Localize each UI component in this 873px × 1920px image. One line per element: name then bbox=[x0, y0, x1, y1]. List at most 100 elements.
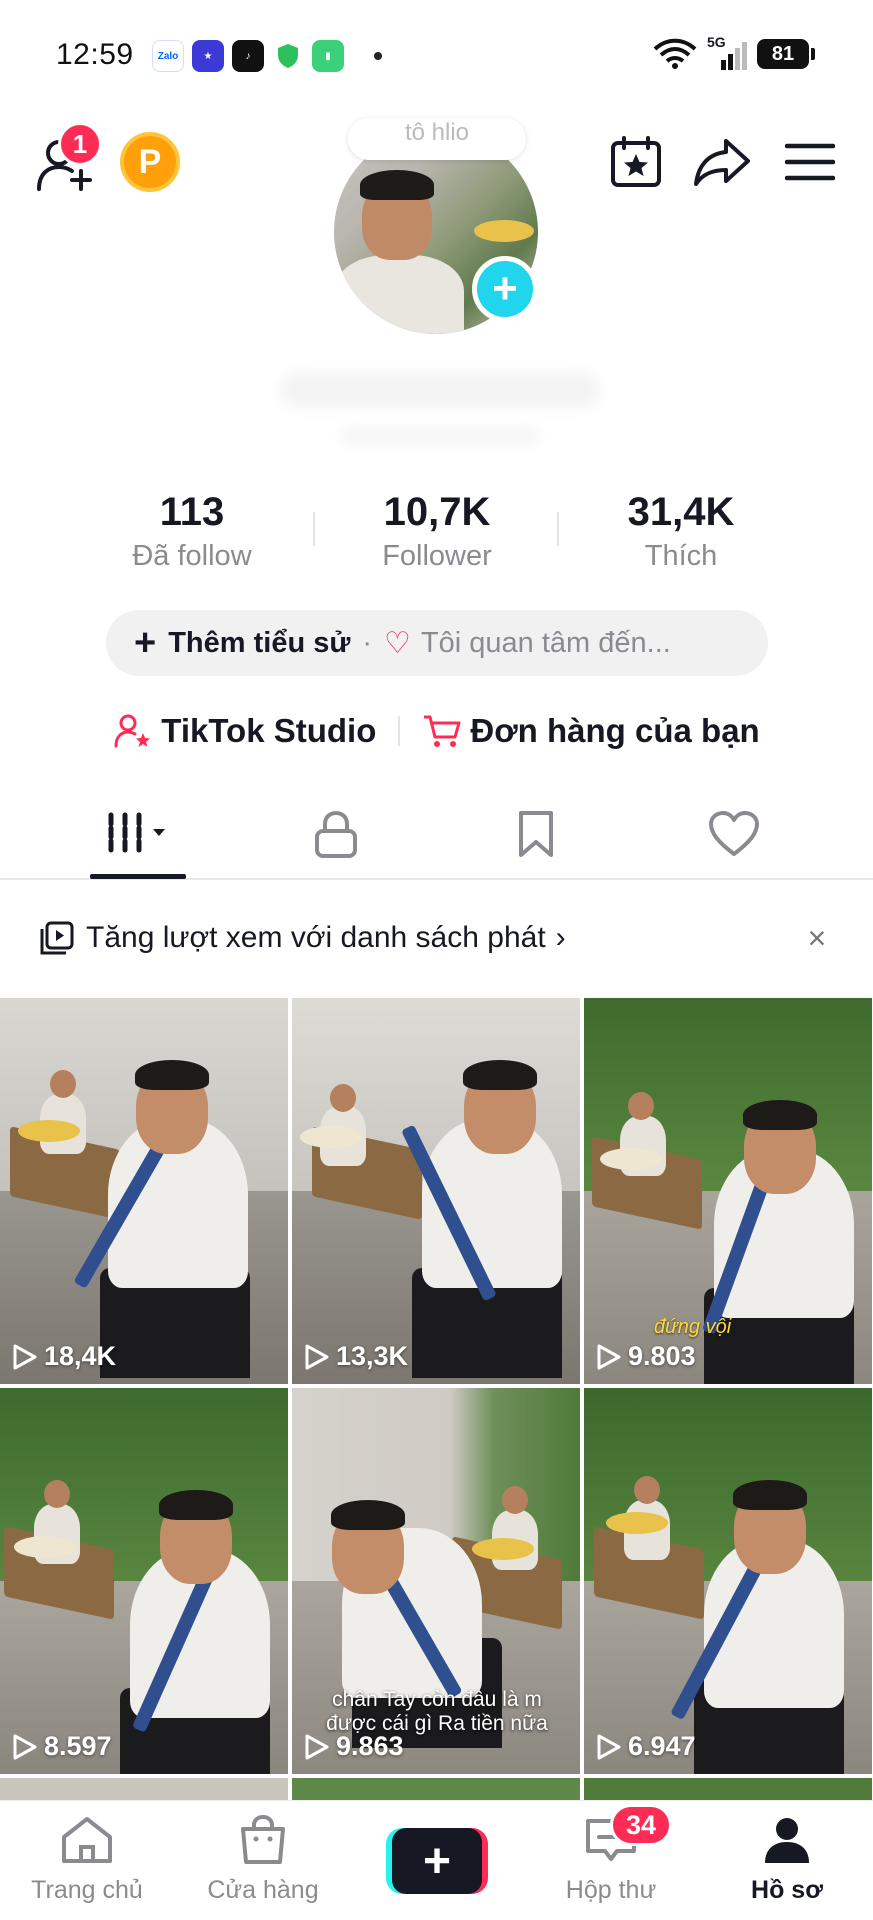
stat-likes[interactable]: 31,4K Thích bbox=[581, 488, 781, 576]
nav-profile-label: Hồ sơ bbox=[751, 1876, 823, 1904]
share-profile-button[interactable] bbox=[690, 132, 754, 192]
plus-icon: + bbox=[134, 622, 157, 664]
thumb-person-hair bbox=[135, 1060, 209, 1090]
view-count-value: 9.803 bbox=[628, 1341, 696, 1371]
playlist-banner[interactable]: Tăng lượt xem với danh sách phát › bbox=[0, 900, 873, 976]
video-caption: đứng vội bbox=[654, 1316, 732, 1338]
play-icon bbox=[13, 1734, 37, 1759]
friend-request-badge: 1 bbox=[58, 122, 102, 166]
coin-button[interactable]: P bbox=[120, 132, 180, 192]
video-thumbnail[interactable]: 8.597 bbox=[0, 1388, 288, 1774]
video-thumbnail[interactable] bbox=[0, 1778, 288, 1800]
calendar-star-icon bbox=[611, 136, 661, 187]
view-count: 9.863 bbox=[304, 1731, 404, 1762]
tab-saved[interactable] bbox=[496, 804, 576, 864]
following-label: Đã follow bbox=[132, 540, 252, 572]
add-avatar-plus-button[interactable]: + bbox=[472, 256, 538, 322]
video-grid: 18,4K 13,3K đứng vội 9.803 8.597 chân Ta… bbox=[0, 998, 873, 1800]
video-grid-icon bbox=[108, 812, 165, 856]
signal-icon: 5G bbox=[707, 34, 747, 70]
video-thumbnail[interactable] bbox=[292, 1778, 580, 1800]
status-bar: 12:59 Zalo ★ ♪ ▮ 5G 81 bbox=[0, 0, 873, 110]
thumb-tray bbox=[18, 1120, 80, 1142]
interests-button[interactable]: Tôi quan tâm đến... bbox=[421, 627, 671, 660]
thumb-seated-head bbox=[502, 1486, 528, 1514]
network-type: 5G bbox=[707, 34, 726, 50]
nav-inbox-label: Hộp thư bbox=[565, 1876, 657, 1904]
play-icon bbox=[305, 1344, 329, 1369]
status-more-dot bbox=[374, 52, 382, 60]
bookmark-icon bbox=[519, 811, 553, 857]
likes-label: Thích bbox=[644, 540, 718, 572]
stat-divider bbox=[313, 512, 315, 546]
menu-button[interactable] bbox=[780, 132, 840, 192]
video-thumbnail[interactable]: đứng vội 9.803 bbox=[584, 998, 872, 1384]
nav-profile[interactable]: Hồ sơ bbox=[702, 1815, 872, 1905]
tools-divider bbox=[398, 716, 401, 746]
tab-liked[interactable] bbox=[694, 804, 774, 864]
view-count: 13,3K bbox=[304, 1341, 408, 1372]
video-thumbnail[interactable]: chân Tay còn đâu là m được cái gì Ra tiề… bbox=[292, 1388, 580, 1774]
tab-videos[interactable] bbox=[98, 804, 186, 864]
profile-tabs bbox=[0, 790, 873, 880]
lock-icon bbox=[315, 810, 357, 858]
tiktok-studio-button[interactable]: TikTok Studio bbox=[113, 712, 376, 750]
stat-divider bbox=[557, 512, 559, 546]
avatar-tray bbox=[474, 220, 534, 242]
thumb-seated-head bbox=[628, 1092, 654, 1120]
wifi-icon bbox=[653, 38, 697, 69]
cart-icon bbox=[424, 715, 461, 747]
profile-stats: 113 Đã follow 10,7K Follower 31,4K Thích bbox=[0, 488, 873, 578]
stat-followers[interactable]: 10,7K Follower bbox=[337, 488, 537, 576]
orders-button[interactable]: Đơn hàng của bạn bbox=[422, 712, 760, 750]
view-count-value: 9.863 bbox=[336, 1731, 404, 1761]
nav-home-label: Trang chủ bbox=[31, 1876, 143, 1904]
shield-icon bbox=[272, 40, 304, 72]
video-thumbnail[interactable]: 6.947 bbox=[584, 1388, 872, 1774]
video-thumbnail[interactable] bbox=[584, 1778, 872, 1800]
video-thumbnail[interactable]: 13,3K bbox=[292, 998, 580, 1384]
close-banner-button[interactable]: × bbox=[799, 920, 835, 956]
thumb-tray bbox=[300, 1126, 362, 1148]
active-tab-indicator bbox=[90, 874, 186, 879]
avatar-hair bbox=[360, 170, 434, 200]
status-time: 12:59 bbox=[56, 38, 134, 71]
stat-following[interactable]: 113 Đã follow bbox=[92, 488, 292, 576]
thumb-person-hair bbox=[733, 1480, 807, 1510]
thumb-seated-head bbox=[634, 1476, 660, 1504]
shopping-bag-icon bbox=[241, 1814, 285, 1864]
add-bio-button[interactable]: Thêm tiểu sử bbox=[168, 627, 350, 660]
create-video-button[interactable]: + bbox=[386, 1828, 488, 1894]
share-arrow-icon bbox=[694, 139, 750, 186]
thumb-tray bbox=[472, 1538, 534, 1560]
thumb-seated-head bbox=[44, 1480, 70, 1508]
thumb-tray bbox=[606, 1512, 668, 1534]
nav-shop-label: Cửa hàng bbox=[207, 1876, 319, 1904]
tab-private[interactable] bbox=[296, 804, 376, 864]
following-count: 113 bbox=[159, 490, 225, 534]
nav-home[interactable]: Trang chủ bbox=[2, 1815, 172, 1905]
calendar-button[interactable] bbox=[606, 132, 666, 192]
thumb-seated-head bbox=[50, 1070, 76, 1098]
heart-icon bbox=[709, 811, 759, 856]
bio-pill[interactable]: + Thêm tiểu sử · ♡ Tôi quan tâm đến... bbox=[106, 610, 768, 676]
creator-studio-icon bbox=[114, 714, 151, 748]
zalo-icon: Zalo bbox=[152, 40, 184, 72]
play-icon bbox=[305, 1734, 329, 1759]
profile-tools: TikTok Studio Đơn hàng của bạn bbox=[0, 706, 873, 756]
profile-handle-blurred bbox=[340, 426, 540, 446]
thumb-person-hair bbox=[159, 1490, 233, 1520]
nav-shop[interactable]: Cửa hàng bbox=[178, 1814, 348, 1905]
thumb-seated-head bbox=[330, 1084, 356, 1112]
note-bubble[interactable]: tô hlio bbox=[348, 118, 526, 160]
thumb-person-hair bbox=[743, 1100, 817, 1130]
video-thumbnail[interactable]: 18,4K bbox=[0, 998, 288, 1384]
tiktok-studio-label: TikTok Studio bbox=[161, 712, 377, 749]
play-icon bbox=[13, 1344, 37, 1369]
view-count: 18,4K bbox=[12, 1341, 116, 1372]
profile-person-icon bbox=[765, 1818, 809, 1863]
hamburger-menu-icon bbox=[785, 143, 835, 181]
view-count: 6.947 bbox=[596, 1731, 696, 1762]
view-count-value: 18,4K bbox=[44, 1341, 117, 1371]
thumb-person-hair bbox=[463, 1060, 537, 1090]
